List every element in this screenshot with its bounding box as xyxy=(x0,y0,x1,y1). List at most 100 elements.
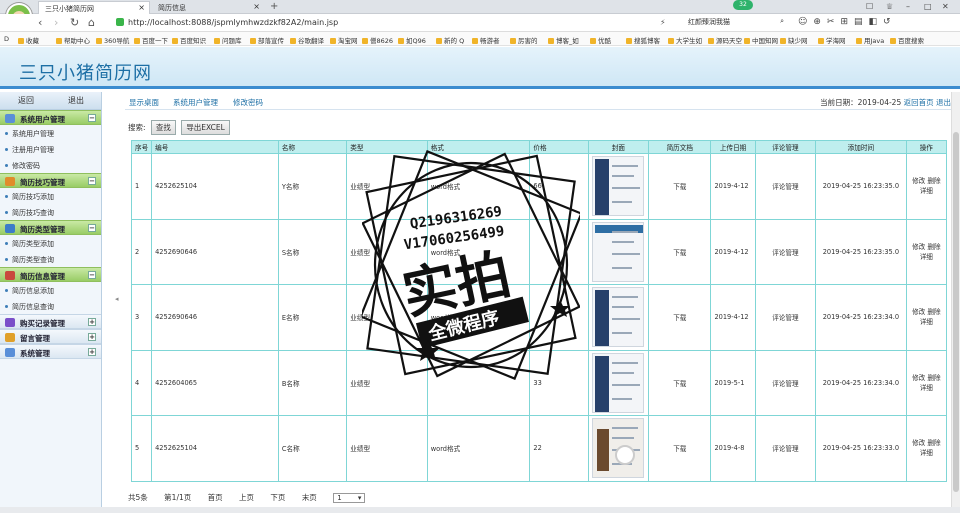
search-icon[interactable]: ⌕ xyxy=(780,17,784,26)
sidebar-group[interactable]: 购买记录管理 + xyxy=(0,314,101,329)
bookmark-item[interactable]: 僧8626 xyxy=(362,35,393,45)
bookmark-item[interactable]: 谷歌翻译 xyxy=(290,35,324,45)
edit-link[interactable]: 修改 xyxy=(912,243,925,251)
cover-thumbnail[interactable] xyxy=(592,352,645,413)
download-link[interactable]: 下载 xyxy=(648,415,712,482)
browser-search-input[interactable]: 红颜臻润我猫 ⌕ xyxy=(688,17,788,29)
edit-link[interactable]: 修改 xyxy=(912,439,925,447)
delete-link[interactable]: 删除 xyxy=(927,177,940,185)
sidebar-group[interactable]: 系统管理 + xyxy=(0,344,101,359)
comment-link[interactable]: 评论管理 xyxy=(754,218,817,285)
edit-link[interactable]: 修改 xyxy=(912,308,925,316)
sidebar-item[interactable]: 简历类型添加 xyxy=(0,235,101,251)
bookmark-item[interactable]: 大学生如 xyxy=(668,35,702,45)
bookmark-item[interactable]: 百度搜索 xyxy=(890,35,924,45)
sidebar-group[interactable]: 简历信息管理 − xyxy=(0,267,101,282)
first-page-link[interactable]: 首页 xyxy=(208,493,223,502)
detail-link[interactable]: 详细 xyxy=(920,253,933,261)
detail-link[interactable]: 详细 xyxy=(920,318,933,326)
bookmark-item[interactable]: 360导航 xyxy=(96,35,129,45)
toolbar-icons[interactable]: ☺⊕✂⊞▤◧↺ xyxy=(798,17,897,27)
collapse-sidebar-icon[interactable]: ◂ xyxy=(115,295,119,303)
tab-main[interactable]: 三只小猪简历网 × xyxy=(38,1,150,14)
bookmark-item[interactable]: 优酷 xyxy=(590,35,611,45)
plus-icon[interactable]: + xyxy=(88,348,96,356)
forward-icon[interactable]: › xyxy=(54,16,58,29)
refresh-icon[interactable]: ↻ xyxy=(70,16,79,29)
comment-link[interactable]: 评论管理 xyxy=(754,153,817,220)
cover-thumbnail[interactable] xyxy=(592,156,645,217)
sidebar-item[interactable]: 简历信息查询 xyxy=(0,298,101,314)
bookmark-item[interactable]: 百度一下 xyxy=(134,35,168,45)
delete-link[interactable]: 删除 xyxy=(927,374,940,382)
bookmark-item[interactable]: 缺少网 xyxy=(780,35,808,45)
bookmark-item[interactable]: 新的 Q xyxy=(436,35,464,45)
bookmark-item[interactable]: 厉害的 xyxy=(510,35,538,45)
sidebar-group[interactable]: 简历技巧管理 − xyxy=(0,173,101,188)
home-link[interactable]: 返回首页 xyxy=(904,98,934,107)
home-icon[interactable]: ⌂ xyxy=(88,16,95,29)
detail-link[interactable]: 详细 xyxy=(920,187,933,195)
close-icon[interactable]: × xyxy=(138,3,145,12)
bookmark-item[interactable]: 帮助中心 xyxy=(56,35,90,45)
window-close-icon[interactable]: ✕ xyxy=(942,2,949,11)
edit-link[interactable]: 修改 xyxy=(912,374,925,382)
back-button[interactable]: 返回 xyxy=(18,95,34,106)
cover-thumbnail[interactable] xyxy=(592,221,645,282)
bookmark-item[interactable]: 收藏 xyxy=(18,35,39,45)
sidebar-item[interactable]: 修改密码 xyxy=(0,157,101,173)
download-link[interactable]: 下载 xyxy=(648,153,712,220)
minus-icon[interactable]: − xyxy=(88,177,96,185)
comment-link[interactable]: 评论管理 xyxy=(754,415,817,482)
minus-icon[interactable]: − xyxy=(88,271,96,279)
download-link[interactable]: 下载 xyxy=(648,284,712,351)
comment-link[interactable]: 评论管理 xyxy=(754,349,817,416)
sidebar-item[interactable]: 简历技巧查询 xyxy=(0,204,101,220)
bookmark-item[interactable]: 畅游者 xyxy=(472,35,500,45)
logout-button[interactable]: 退出 xyxy=(68,95,84,106)
bookmark-item[interactable]: 搜狐博客 xyxy=(626,35,660,45)
new-tab-icon[interactable]: + xyxy=(270,1,278,12)
shirt-icon[interactable]: ♕ xyxy=(886,2,893,11)
sidebar-item[interactable]: 简历类型查询 xyxy=(0,251,101,267)
last-page-link[interactable]: 末页 xyxy=(302,493,317,502)
edit-link[interactable]: 修改 xyxy=(912,177,925,185)
bookmark-item[interactable]: 如Q96 xyxy=(398,35,426,45)
sidebar-item[interactable]: 系统用户管理 xyxy=(0,125,101,141)
find-button[interactable]: 查找 xyxy=(150,120,176,135)
sidebar-item[interactable]: 注册用户管理 xyxy=(0,141,101,157)
bookmark-item[interactable]: 问题库 xyxy=(214,35,242,45)
page-select[interactable]: 1 ▾ xyxy=(333,493,366,503)
download-link[interactable]: 下载 xyxy=(648,349,712,416)
sidebar-group[interactable]: 简历类型管理 − xyxy=(0,220,101,235)
back-icon[interactable]: ‹ xyxy=(38,16,42,29)
bookmark-item[interactable]: 淘宝网 xyxy=(330,35,358,45)
plus-icon[interactable]: + xyxy=(88,333,96,341)
tab-resume[interactable]: 简历信息 × xyxy=(152,1,264,14)
sidebar-item[interactable]: 简历技巧添加 xyxy=(0,188,101,204)
detail-link[interactable]: 详细 xyxy=(920,449,933,457)
cover-thumbnail[interactable] xyxy=(592,418,645,479)
minus-icon[interactable]: − xyxy=(88,114,96,122)
page-scrollbar[interactable] xyxy=(951,92,960,513)
sidebar-group[interactable]: 留言管理 + xyxy=(0,329,101,344)
minimize-icon[interactable]: – xyxy=(906,2,910,11)
crumb-users[interactable]: 系统用户管理 xyxy=(173,97,218,108)
url-field[interactable]: http://localhost:8088/jspmlymhwzdzkf82A2… xyxy=(112,16,650,30)
crumb-desktop[interactable]: 显示桌面 xyxy=(129,97,159,108)
scrollbar-thumb[interactable] xyxy=(953,132,959,492)
delete-link[interactable]: 删除 xyxy=(927,439,940,447)
download-link[interactable]: 下载 xyxy=(648,218,712,285)
bookmark-item[interactable]: 用Java xyxy=(856,35,884,45)
bookmark-item[interactable]: 中国知网 xyxy=(744,35,778,45)
bookmark-item[interactable]: 博客_如 xyxy=(548,35,579,45)
crumb-password[interactable]: 修改密码 xyxy=(233,97,263,108)
delete-link[interactable]: 删除 xyxy=(927,308,940,316)
prev-page-link[interactable]: 上页 xyxy=(239,493,254,502)
cover-thumbnail[interactable] xyxy=(592,287,645,348)
detail-link[interactable]: 详细 xyxy=(920,384,933,392)
account-icon[interactable]: ☐ xyxy=(866,2,873,11)
exit-link[interactable]: 退出 xyxy=(936,98,951,107)
delete-link[interactable]: 删除 xyxy=(927,243,940,251)
sidebar-item[interactable]: 简历信息添加 xyxy=(0,282,101,298)
